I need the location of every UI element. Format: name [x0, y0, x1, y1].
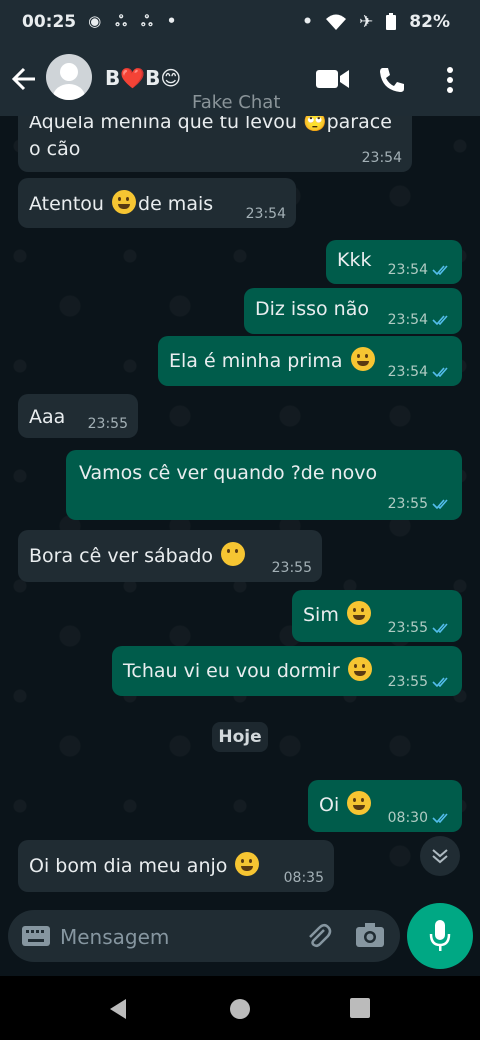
scroll-to-bottom-button[interactable]	[420, 836, 460, 876]
message-incoming[interactable]: Aaa 23:55	[18, 394, 138, 438]
shushing-face-emoji-icon	[221, 542, 246, 566]
more-options-icon[interactable]	[446, 66, 454, 94]
keyboard-icon[interactable]	[22, 926, 50, 946]
message-incoming[interactable]: Oi bom dia meu anjo 08:35	[18, 840, 334, 892]
message-time: 08:30	[387, 810, 428, 826]
battery-icon	[386, 13, 397, 30]
attach-icon[interactable]	[304, 922, 332, 950]
notification-icon: ◉	[88, 12, 102, 30]
message-time: 23:55	[271, 560, 312, 576]
read-ticks-icon	[432, 813, 448, 824]
message-text: Oi bom dia meu anjo	[29, 855, 228, 877]
double-chevron-down-icon	[432, 849, 448, 864]
message-time: 23:54	[361, 150, 402, 166]
read-ticks-icon	[432, 499, 448, 510]
message-composer	[8, 910, 400, 962]
read-ticks-icon	[432, 265, 448, 276]
message-time: 23:54	[387, 364, 428, 380]
airplane-icon: ✈	[359, 12, 374, 32]
notification-icon: ஃ	[115, 12, 127, 30]
angel-face-emoji-icon	[235, 852, 260, 876]
message-text: Bora cê ver sábado	[29, 545, 214, 567]
message-outgoing[interactable]: Sim 23:55	[292, 590, 462, 642]
notification-icon: •	[166, 12, 177, 30]
read-ticks-icon	[432, 315, 448, 326]
notification-icons: ◉ ஃ ஃ •	[88, 12, 176, 32]
message-outgoing[interactable]: Diz isso não 23:54	[244, 288, 462, 334]
status-bar: 00:25 ◉ ஃ ஃ • • ✈ 82%	[0, 0, 480, 44]
message-outgoing[interactable]: Kkk 23:54	[326, 240, 462, 284]
message-text: Kkk	[337, 249, 372, 271]
message-text: Ela é minha prima	[169, 350, 343, 372]
chat-header: B❤️B😊 Fake Chat	[0, 44, 480, 116]
voice-call-icon[interactable]	[378, 66, 406, 94]
wifi-icon	[326, 14, 347, 30]
message-time: 23:54	[387, 262, 428, 278]
message-time: 23:54	[387, 312, 428, 328]
message-incoming[interactable]: Aquela menina que tu levou 🙄parace o cão…	[18, 116, 412, 172]
dot-icon: •	[302, 12, 314, 32]
read-ticks-icon	[432, 623, 448, 634]
message-input[interactable]	[58, 918, 292, 956]
message-text: o cão	[29, 138, 81, 160]
fake-chat-watermark: Fake Chat	[192, 92, 281, 113]
video-call-icon[interactable]	[316, 68, 350, 90]
message-text: Atentou	[29, 193, 104, 215]
read-ticks-icon	[432, 367, 448, 378]
message-text: Diz isso não	[255, 298, 369, 320]
message-time: 23:55	[87, 416, 128, 432]
message-time: 23:55	[387, 674, 428, 690]
nav-recents-icon[interactable]	[350, 998, 370, 1018]
message-time: 08:35	[283, 870, 324, 886]
read-ticks-icon	[432, 677, 448, 688]
message-outgoing[interactable]: Ela é minha prima 23:54	[158, 336, 462, 386]
message-text: Sim	[303, 604, 339, 626]
day-separator: Hoje	[212, 722, 268, 752]
message-text: Tchau vi eu vou dormir	[123, 660, 340, 682]
contact-name[interactable]: B❤️B😊	[105, 66, 181, 90]
smiling-face-emoji-icon	[347, 791, 372, 815]
message-outgoing[interactable]: Vamos cê ver quando ?de novo 23:55	[66, 450, 462, 520]
message-text: Vamos cê ver quando ?de novo	[79, 462, 378, 484]
back-arrow-icon[interactable]	[10, 64, 38, 94]
message-text: Oi	[319, 794, 340, 816]
message-text: de mais	[138, 193, 214, 215]
microphone-button[interactable]	[407, 903, 473, 969]
rofl-emoji-icon	[112, 190, 137, 214]
camera-icon[interactable]	[356, 922, 384, 948]
message-outgoing[interactable]: Tchau vi eu vou dormir 23:55	[112, 646, 462, 696]
message-time: 23:55	[387, 496, 428, 512]
message-time: 23:55	[387, 620, 428, 636]
chat-area[interactable]: Aquela menina que tu levou 🙄parace o cão…	[0, 116, 480, 904]
grinning-face-emoji-icon	[347, 657, 372, 681]
message-text: Aquela menina que tu levou 🙄parace	[29, 116, 392, 133]
message-time: 23:54	[245, 206, 286, 222]
rofl-emoji-icon	[350, 347, 375, 371]
message-incoming[interactable]: Bora cê ver sábado 23:55	[18, 530, 322, 582]
smiling-face-emoji-icon	[346, 601, 371, 625]
avatar[interactable]	[46, 54, 92, 100]
status-time: 00:25	[22, 12, 77, 32]
message-incoming[interactable]: Atentou de mais 23:54	[18, 178, 296, 228]
notification-icon: ஃ	[140, 12, 153, 30]
message-text: Aaa	[29, 406, 66, 428]
battery-percent: 82%	[409, 12, 450, 32]
nav-home-icon[interactable]	[229, 998, 251, 1020]
microphone-icon	[429, 920, 451, 951]
nav-back-icon[interactable]	[108, 998, 128, 1020]
system-nav-bar	[0, 976, 480, 1040]
message-outgoing[interactable]: Oi 08:30	[308, 780, 462, 832]
